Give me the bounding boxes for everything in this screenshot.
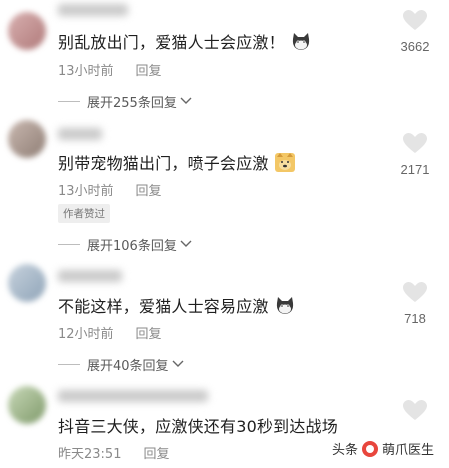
chevron-down-icon	[180, 94, 192, 109]
watermark-account: 萌爪医生	[381, 443, 434, 458]
heart-icon	[403, 133, 427, 153]
heart-icon	[403, 282, 427, 302]
divider	[58, 101, 80, 102]
like-count: 718	[404, 311, 426, 326]
comment-text-content: 别乱放出门，爱猫人士会应激！	[58, 33, 285, 52]
doge-emoji-icon	[274, 153, 295, 176]
comment-text: 抖音三大侠，应激侠还有30秒到达战场	[58, 413, 338, 437]
chevron-down-icon	[180, 237, 192, 252]
account-logo-icon	[361, 440, 378, 457]
comment-text-content: 别带宠物猫出门，喷子会应激	[58, 154, 269, 173]
heart-icon	[403, 400, 427, 420]
like-button[interactable]: 2171	[395, 133, 435, 177]
comment-meta: 13小时前 回复	[58, 60, 162, 79]
expand-replies-button[interactable]: 展开106条回复	[58, 235, 192, 254]
like-count: 2171	[400, 162, 430, 177]
expand-replies-button[interactable]: 展开40条回复	[58, 355, 184, 374]
watermark: 头条 萌爪医生	[328, 438, 437, 459]
timestamp: 13小时前	[58, 64, 114, 79]
like-button[interactable]: 3662	[395, 10, 435, 54]
comment-text-content: 不能这样，爱猫人士容易应激	[58, 297, 269, 316]
reply-button[interactable]: 回复	[143, 447, 169, 462]
timestamp: 昨天23:51	[58, 447, 122, 462]
comment-text: 不能这样，爱猫人士容易应激	[58, 293, 295, 319]
username[interactable]	[58, 390, 208, 402]
timestamp: 13小时前	[58, 184, 114, 199]
comment-text: 别乱放出门，爱猫人士会应激！	[58, 29, 311, 55]
comment-meta: 昨天23:51 回复	[58, 443, 169, 462]
reply-button[interactable]: 回复	[136, 327, 162, 342]
avatar[interactable]	[8, 120, 46, 158]
cat-emoji-icon	[275, 297, 295, 319]
like-button[interactable]	[395, 400, 435, 425]
reply-button[interactable]: 回复	[136, 184, 162, 199]
expand-replies-label: 展开255条回复	[87, 96, 177, 111]
watermark-prefix: 头条	[331, 443, 358, 458]
avatar[interactable]	[8, 386, 46, 424]
comment-text: 别带宠物猫出门，喷子会应激	[58, 150, 295, 176]
expand-replies-button[interactable]: 展开255条回复	[58, 92, 192, 111]
chevron-down-icon	[172, 357, 184, 372]
author-liked-badge: 作者赞过	[58, 204, 110, 223]
username[interactable]	[58, 270, 122, 282]
expand-replies-label: 展开106条回复	[87, 239, 177, 254]
comment-meta: 13小时前 回复	[58, 180, 162, 199]
comment-text-content: 抖音三大侠，应激侠还有30秒到达战场	[58, 417, 338, 436]
heart-icon	[403, 10, 427, 30]
cat-emoji-icon	[291, 33, 311, 55]
like-button[interactable]: 718	[395, 282, 435, 326]
username[interactable]	[58, 4, 128, 16]
avatar[interactable]	[8, 12, 46, 50]
like-count: 3662	[400, 39, 430, 54]
username[interactable]	[58, 128, 102, 140]
comment-meta: 12小时前 回复	[58, 323, 162, 342]
divider	[58, 364, 80, 365]
divider	[58, 244, 80, 245]
reply-button[interactable]: 回复	[136, 64, 162, 79]
timestamp: 12小时前	[58, 327, 114, 342]
expand-replies-label: 展开40条回复	[87, 359, 169, 374]
avatar[interactable]	[8, 264, 46, 302]
